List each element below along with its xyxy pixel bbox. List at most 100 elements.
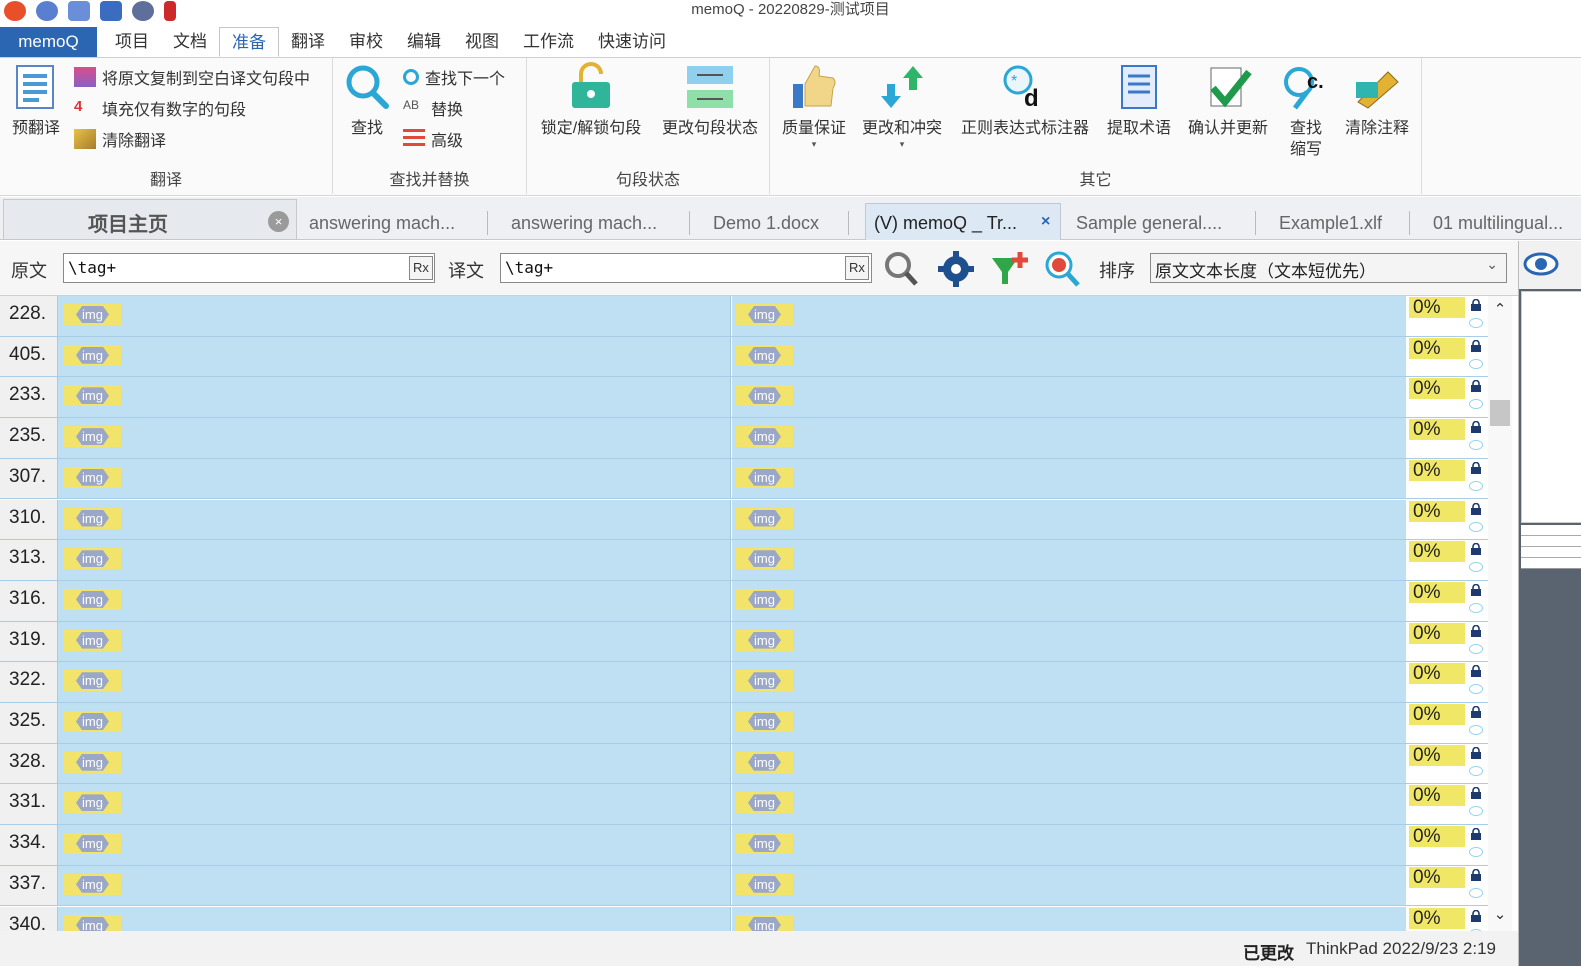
doc-tab-6[interactable]: 01 multilingual... [1433, 213, 1563, 234]
source-tag[interactable]: img [64, 914, 121, 931]
regex-tagger-button[interactable]: * d 正则表达式标注器 [956, 62, 1094, 139]
target-tag[interactable]: img [736, 629, 793, 651]
comment-icon[interactable] [1469, 847, 1483, 858]
add-filter-icon[interactable] [990, 250, 1028, 288]
lock-icon[interactable] [1470, 706, 1482, 718]
table-row[interactable]: 328. img img 0% [0, 743, 1488, 785]
lock-icon[interactable] [1470, 339, 1482, 352]
eye-icon[interactable] [1523, 251, 1559, 277]
changes-dropdown-icon[interactable]: ▾ [858, 139, 946, 149]
source-cell[interactable]: img [58, 296, 731, 336]
comment-icon[interactable] [1469, 725, 1483, 735]
tab-translate[interactable]: 翻译 [279, 27, 337, 57]
target-cell[interactable]: img [732, 458, 1406, 499]
source-cell[interactable]: img [58, 621, 731, 662]
find-button[interactable]: 查找 [339, 62, 395, 139]
target-regex-toggle[interactable]: Rx [845, 256, 869, 280]
table-row[interactable]: 316. img img 0% [0, 580, 1488, 622]
scroll-down-icon[interactable]: ⌄ [1488, 905, 1512, 927]
target-tag[interactable]: img [736, 426, 793, 448]
target-cell[interactable]: img [732, 784, 1406, 825]
search-icon[interactable] [882, 250, 920, 288]
doc-tab-1[interactable]: answering mach... [309, 213, 455, 234]
copy-source-button[interactable]: 将原文复制到空白译文句段中 [74, 65, 310, 89]
clear-comments-button[interactable]: 清除注释 [1340, 62, 1414, 139]
comment-icon[interactable] [1469, 684, 1483, 695]
source-cell[interactable]: img [58, 377, 731, 418]
lock-icon[interactable] [1470, 787, 1482, 800]
table-row[interactable]: 334. img img 0% [0, 825, 1488, 866]
doc-tab-5[interactable]: Example1.xlf [1279, 213, 1382, 234]
lock-icon[interactable] [1470, 502, 1482, 515]
target-tag[interactable]: img [736, 466, 793, 488]
target-tag[interactable]: img [736, 548, 793, 570]
comment-icon[interactable] [1469, 358, 1483, 369]
comment-icon[interactable] [1469, 643, 1483, 654]
change-status-button[interactable]: 更改句段状态 [655, 62, 765, 139]
lock-icon[interactable] [1470, 828, 1482, 841]
advanced-button[interactable]: 高级 [403, 127, 463, 151]
target-tag[interactable]: img [736, 304, 793, 325]
lock-segment-button[interactable]: 锁定/解锁句段 [535, 62, 647, 139]
target-filter-input[interactable]: \tag+ [500, 253, 872, 283]
source-cell[interactable]: img [58, 418, 731, 458]
target-cell[interactable]: img [732, 418, 1406, 458]
clear-translation-button[interactable]: 清除翻译 [74, 127, 166, 151]
table-row[interactable]: 331. img img 0% [0, 784, 1488, 826]
source-cell[interactable]: img [58, 662, 731, 702]
comment-icon[interactable] [1469, 602, 1483, 613]
target-cell[interactable]: img [732, 662, 1406, 702]
lock-icon[interactable] [1470, 868, 1482, 881]
target-cell[interactable]: img [732, 825, 1406, 865]
tab-review[interactable]: 审校 [337, 27, 395, 57]
extract-terms-button[interactable]: 提取术语 [1102, 62, 1176, 139]
target-cell[interactable]: img [732, 865, 1406, 906]
source-cell[interactable]: img [58, 906, 731, 931]
source-filter-input[interactable]: \tag+ [63, 253, 435, 283]
scroll-thumb[interactable] [1490, 400, 1510, 426]
lock-icon[interactable] [1470, 909, 1482, 922]
source-tag[interactable]: img [64, 344, 121, 366]
table-row[interactable]: 233. img img 0% [0, 377, 1488, 419]
target-cell[interactable]: img [732, 499, 1406, 540]
table-row[interactable]: 337. img img 0% [0, 865, 1488, 907]
lock-icon[interactable] [1470, 543, 1482, 556]
comment-icon[interactable] [1469, 318, 1483, 328]
find-next-button[interactable]: 查找下一个 [403, 65, 505, 89]
table-row[interactable]: 405. img img 0% [0, 336, 1488, 378]
lock-icon[interactable] [1470, 583, 1482, 596]
target-cell[interactable]: img [732, 296, 1406, 336]
lock-icon[interactable] [1470, 461, 1482, 474]
source-regex-toggle[interactable]: Rx [409, 256, 433, 280]
source-cell[interactable]: img [58, 580, 731, 621]
target-tag[interactable]: img [736, 507, 793, 529]
target-tag[interactable]: img [736, 914, 793, 931]
comment-icon[interactable] [1469, 399, 1483, 410]
source-tag[interactable]: img [64, 304, 121, 325]
pretranslate-button[interactable]: 预翻译 [6, 62, 66, 139]
doc-tab-2[interactable]: answering mach... [511, 213, 657, 234]
tab-memoq[interactable]: memoQ [0, 27, 97, 57]
close-icon[interactable]: × [268, 211, 289, 232]
table-row[interactable]: 325. img img 0% [0, 703, 1488, 744]
target-cell[interactable]: img [732, 743, 1406, 784]
scroll-up-icon[interactable]: ⌃ [1488, 300, 1512, 322]
source-tag[interactable]: img [64, 833, 121, 855]
fill-numbers-button[interactable]: 4 填充仅有数字的句段 [74, 96, 246, 120]
target-cell[interactable]: img [732, 336, 1406, 377]
target-cell[interactable]: img [732, 580, 1406, 621]
source-tag[interactable]: img [64, 751, 121, 773]
table-row[interactable]: 313. img img 0% [0, 540, 1488, 581]
lock-icon[interactable] [1470, 665, 1482, 678]
source-tag[interactable]: img [64, 629, 121, 651]
source-cell[interactable]: img [58, 458, 731, 499]
target-cell[interactable]: img [732, 621, 1406, 662]
source-cell[interactable]: img [58, 784, 731, 825]
table-row[interactable]: 310. img img 0% [0, 499, 1488, 541]
changes-conflicts-button[interactable]: 更改和冲突 ▾ [858, 62, 946, 149]
comment-icon[interactable] [1469, 806, 1483, 817]
doc-tab-3[interactable]: Demo 1.docx [713, 213, 819, 234]
target-tag[interactable]: img [736, 385, 793, 407]
target-cell[interactable]: img [732, 377, 1406, 418]
lock-icon[interactable] [1470, 421, 1482, 434]
